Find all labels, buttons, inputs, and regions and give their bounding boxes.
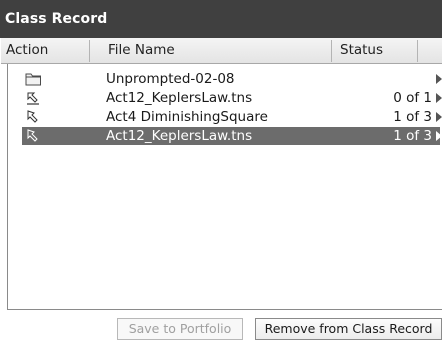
status-text: 1 of 3 bbox=[393, 128, 432, 144]
file-name: Act4 DiminishingSquare bbox=[106, 109, 268, 125]
send-icon bbox=[22, 108, 44, 126]
expand-arrow-icon[interactable] bbox=[436, 131, 442, 141]
expand-arrow-icon[interactable] bbox=[436, 112, 442, 122]
column-header-status[interactable]: Status bbox=[340, 38, 410, 63]
file-list-panel: Action File Name Status Unprompted-02-08… bbox=[1, 38, 442, 310]
file-name: Act12_KeplersLaw.tns bbox=[106, 128, 253, 144]
file-name: Unprompted-02-08 bbox=[106, 71, 235, 87]
folder-icon bbox=[22, 70, 44, 88]
list-item[interactable]: Act4 DiminishingSquare 1 of 3 bbox=[22, 108, 442, 126]
column-header-action[interactable]: Action bbox=[6, 38, 91, 63]
list-header: Action File Name Status bbox=[1, 38, 442, 64]
column-divider[interactable] bbox=[331, 40, 332, 62]
window-title: Class Record bbox=[0, 0, 442, 38]
send-icon bbox=[22, 127, 44, 145]
status-text: 0 of 1 bbox=[393, 90, 432, 106]
save-to-portfolio-button[interactable]: Save to Portfolio bbox=[117, 318, 243, 340]
remove-from-class-record-button[interactable]: Remove from Class Record bbox=[255, 318, 442, 340]
list-item[interactable]: Act12_KeplersLaw.tns 1 of 3 bbox=[22, 127, 442, 145]
expand-arrow-icon[interactable] bbox=[436, 74, 442, 84]
collect-icon bbox=[22, 89, 44, 107]
list-item[interactable]: Unprompted-02-08 bbox=[22, 70, 442, 88]
column-divider[interactable] bbox=[417, 40, 418, 62]
expand-arrow-icon[interactable] bbox=[436, 93, 442, 103]
file-name: Act12_KeplersLaw.tns bbox=[106, 90, 253, 106]
status-text: 1 of 3 bbox=[393, 109, 432, 125]
column-divider[interactable] bbox=[89, 40, 90, 62]
list-item[interactable]: Act12_KeplersLaw.tns 0 of 1 bbox=[22, 89, 442, 107]
column-header-file-name[interactable]: File Name bbox=[108, 38, 328, 63]
